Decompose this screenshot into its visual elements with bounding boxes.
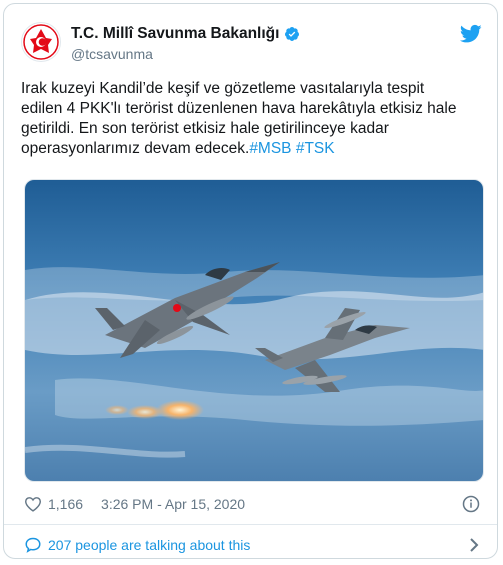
tweet-card: T.C. Millî Savunma Bakanlığı @tcsavunma … (3, 3, 498, 559)
verified-badge-icon (285, 27, 300, 41)
info-icon[interactable] (462, 495, 480, 513)
like-count[interactable]: 1,166 (48, 496, 83, 512)
author-handle[interactable]: @tcsavunma (71, 46, 153, 62)
talking-label[interactable]: 207 people are talking about this (48, 537, 250, 553)
tweet-photo[interactable] (24, 179, 484, 482)
ministry-logo-icon (23, 24, 59, 60)
author-name-row[interactable]: T.C. Millî Savunma Bakanlığı (71, 25, 300, 43)
hashtag-tsk[interactable]: #TSK (296, 140, 335, 157)
heart-icon[interactable] (24, 496, 42, 512)
tweet-meta: 1,166 3:26 PM - Apr 15, 2020 (24, 496, 245, 512)
hashtag-msb[interactable]: #MSB (249, 140, 291, 157)
avatar[interactable] (21, 22, 61, 62)
fighter-jets-photo (25, 180, 483, 481)
chevron-right-icon[interactable] (468, 537, 480, 553)
author-name[interactable]: T.C. Millî Savunma Bakanlığı (71, 25, 279, 43)
talking-link[interactable]: 207 people are talking about this (24, 536, 250, 553)
tweet-body: Irak kuzeyi Kandil’de keşif ve gözetleme… (21, 80, 457, 157)
divider (4, 524, 497, 525)
speech-bubble-icon (25, 537, 41, 553)
tweet-timestamp[interactable]: 3:26 PM - Apr 15, 2020 (101, 496, 245, 512)
tweet-text: Irak kuzeyi Kandil’de keşif ve gözetleme… (21, 79, 483, 159)
twitter-bird-icon[interactable] (460, 24, 482, 44)
